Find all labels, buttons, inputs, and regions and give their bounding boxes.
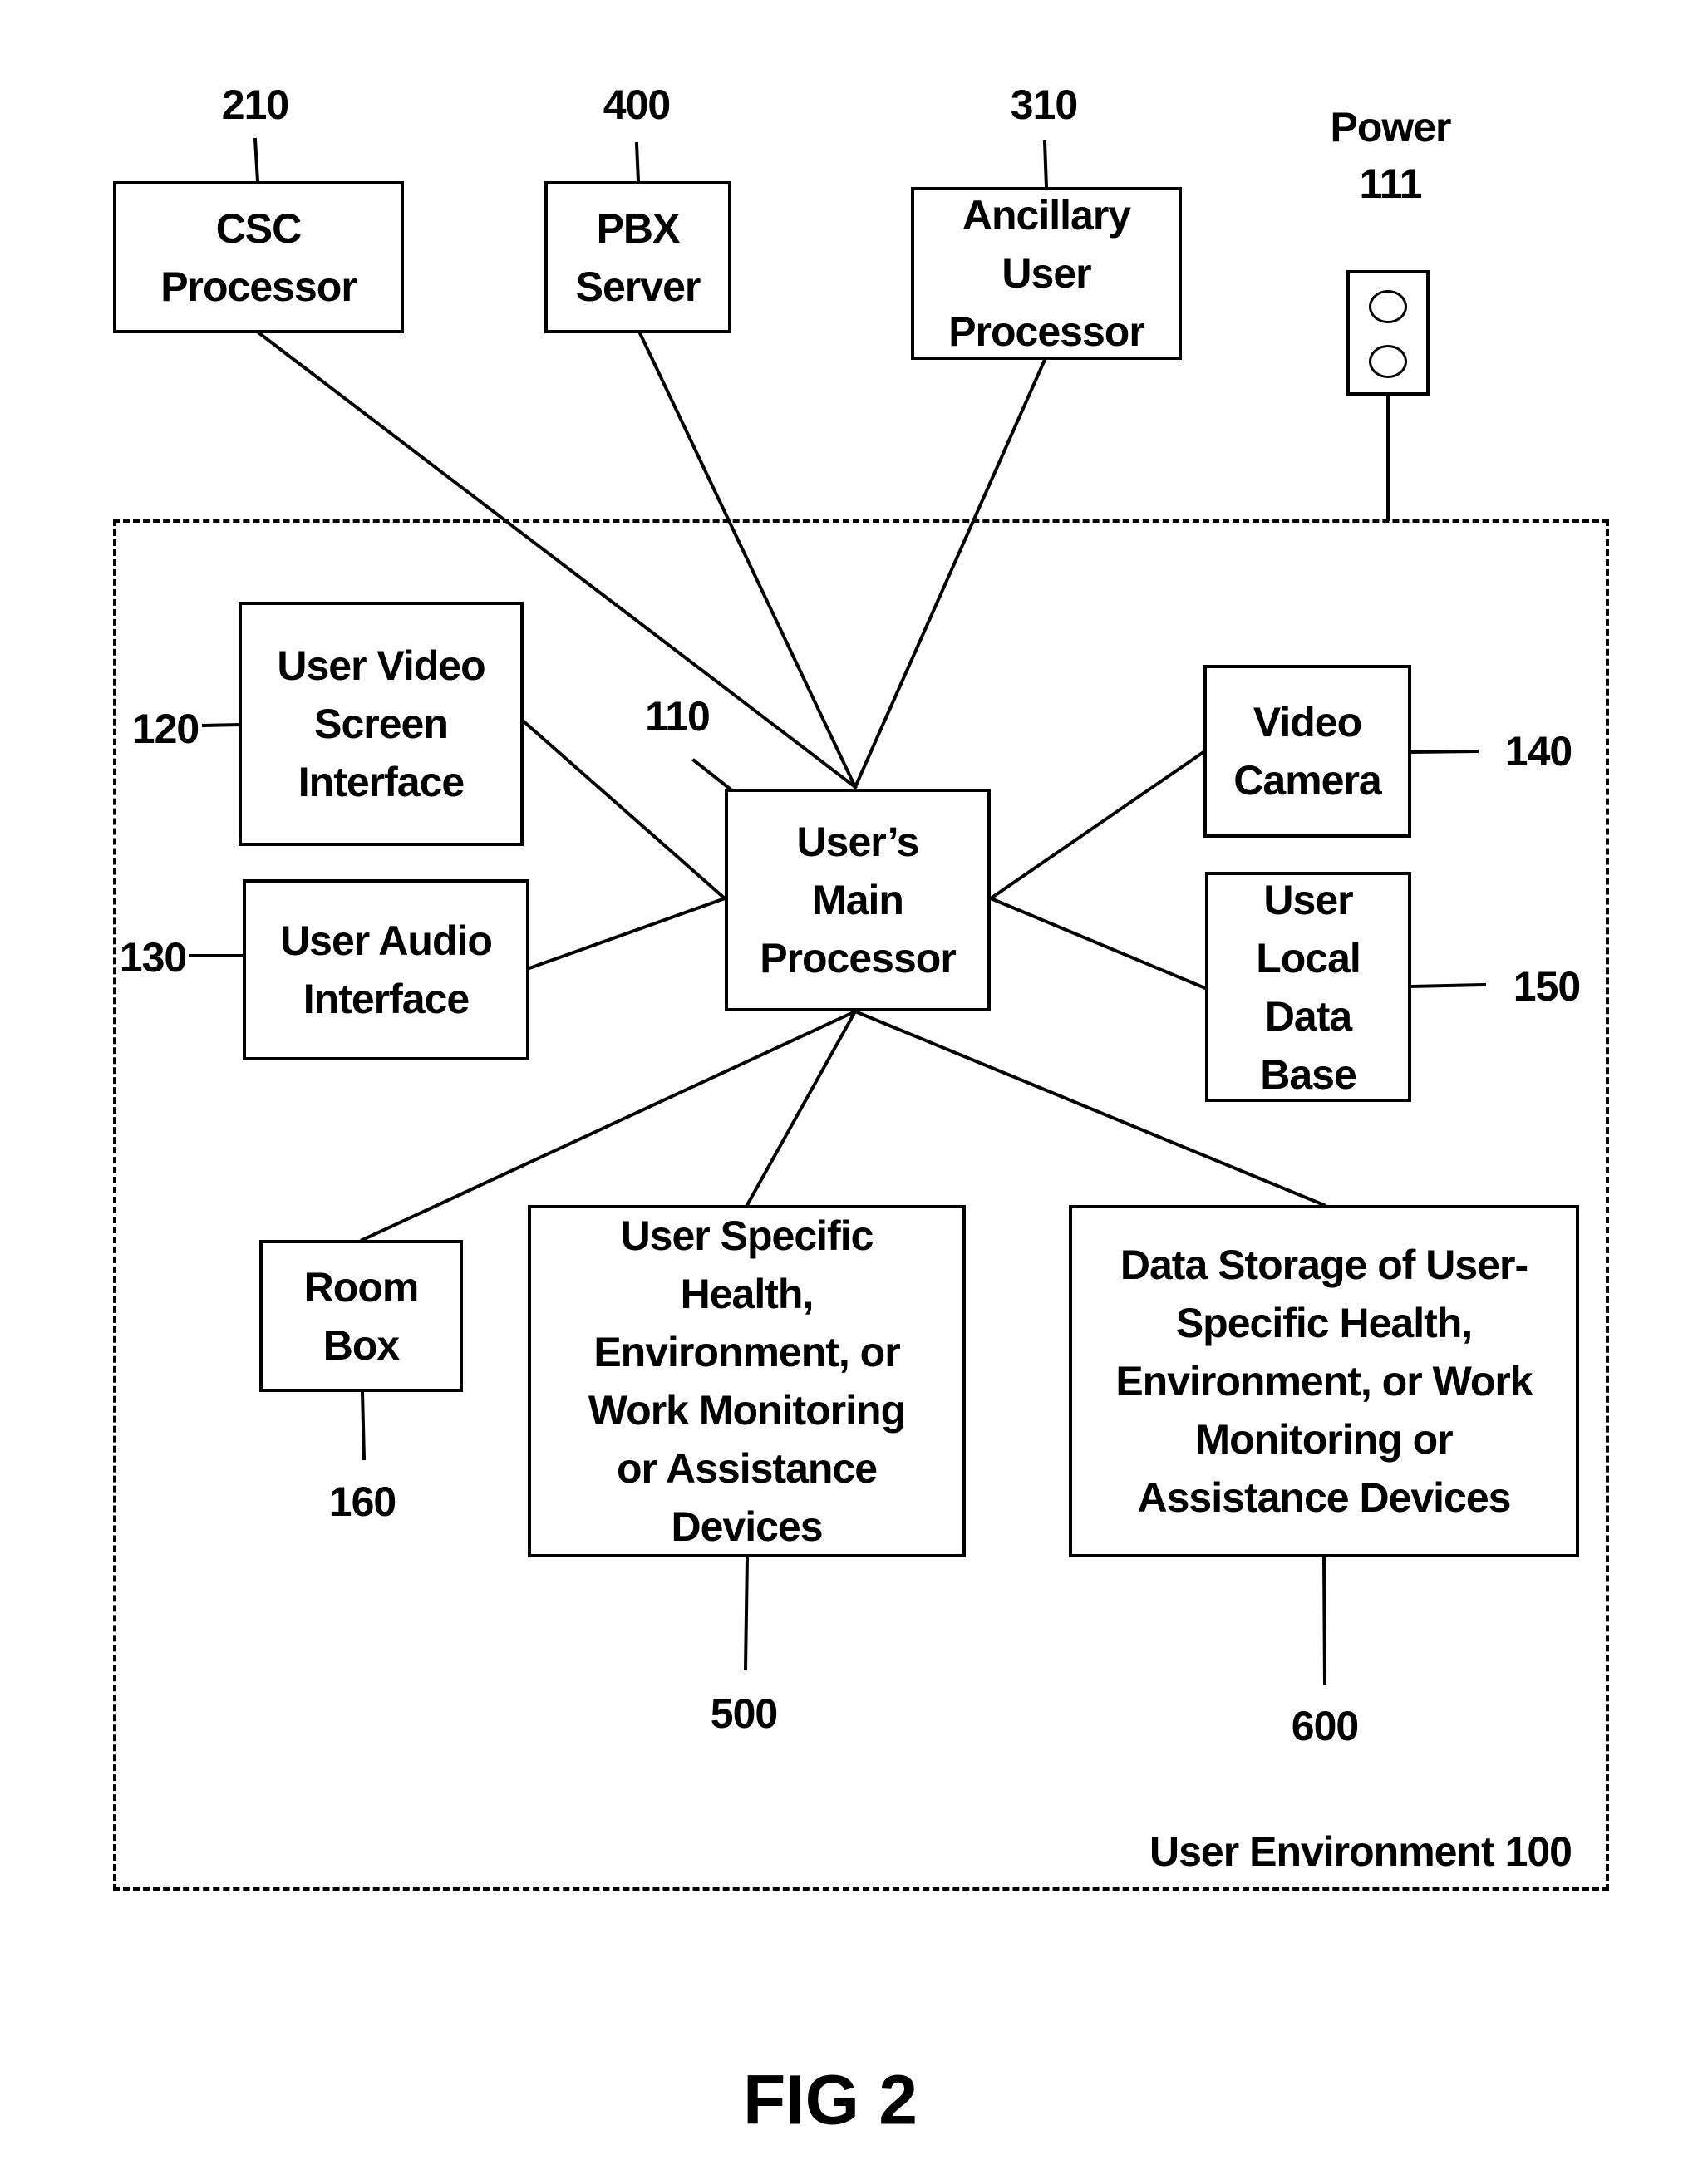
- figure-title: FIG 2: [742, 2060, 918, 2139]
- user-environment-label: User Environment 100: [1149, 1828, 1572, 1875]
- ancillary-user-processor-box[interactable]: Ancillary User Processor: [911, 187, 1182, 360]
- power-outlet-icon: [1346, 270, 1430, 396]
- power-label: Power: [1330, 104, 1451, 150]
- ref-130: 130: [119, 934, 187, 981]
- users-main-processor-box[interactable]: User’s Main Processor: [725, 789, 991, 1011]
- leader-210: [253, 137, 260, 184]
- room-box[interactable]: Room Box: [259, 1240, 463, 1392]
- ref-160: 160: [328, 1478, 396, 1525]
- monitoring-assistance-devices-box[interactable]: User Specific Health, Environment, or Wo…: [528, 1205, 966, 1557]
- video-camera-box[interactable]: Video Camera: [1203, 665, 1411, 838]
- leader-310: [1042, 140, 1049, 189]
- ref-140: 140: [1504, 728, 1572, 775]
- csc-processor-box[interactable]: CSC Processor: [113, 181, 404, 333]
- ref-110: 110: [645, 693, 711, 740]
- leader-400: [634, 141, 641, 184]
- outlet-socket-top: [1369, 290, 1407, 323]
- ref-400: 400: [603, 81, 671, 128]
- ref-120: 120: [131, 706, 199, 752]
- user-audio-interface-box[interactable]: User Audio Interface: [243, 879, 529, 1060]
- ref-150: 150: [1513, 963, 1581, 1010]
- ref-210: 210: [221, 81, 289, 128]
- pbx-server-box[interactable]: PBX Server: [544, 181, 731, 333]
- user-local-database-box[interactable]: User Local Data Base: [1205, 872, 1411, 1102]
- ref-111: 111: [1359, 160, 1423, 207]
- outlet-socket-bottom: [1369, 345, 1407, 378]
- ref-600: 600: [1291, 1703, 1359, 1749]
- device-data-storage-box[interactable]: Data Storage of User- Specific Health, E…: [1069, 1205, 1579, 1557]
- user-video-screen-interface-box[interactable]: User Video Screen Interface: [239, 602, 524, 846]
- ref-500: 500: [710, 1690, 778, 1737]
- ref-310: 310: [1010, 81, 1078, 128]
